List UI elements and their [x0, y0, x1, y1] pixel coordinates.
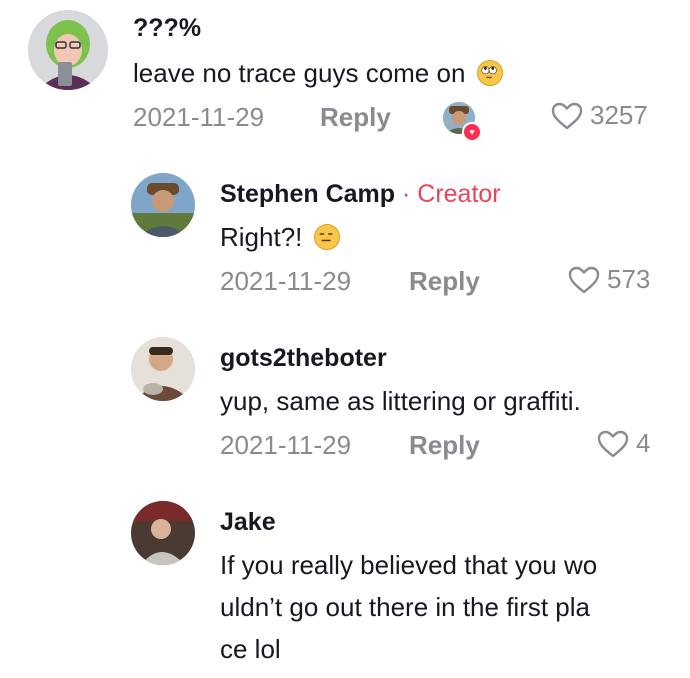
user-photo-icon — [131, 501, 195, 565]
reply-button[interactable]: Reply — [320, 102, 391, 133]
like-button[interactable]: 573 — [567, 264, 650, 295]
comment-text-line: uldn’t go out there in the first pla — [220, 592, 591, 622]
comment-date: 2021-11-29 — [220, 430, 352, 460]
expressionless-emoji-icon — [313, 224, 340, 250]
comment-text-content: leave no trace guys come on — [133, 58, 466, 88]
comment-username[interactable]: gots2theboter — [220, 344, 387, 373]
user-photo-icon — [131, 173, 195, 237]
user-photo-icon — [28, 10, 108, 90]
avatar[interactable] — [131, 337, 195, 401]
like-count: 4 — [636, 428, 651, 458]
comment-text: yup, same as littering or graffiti. — [220, 386, 581, 416]
comment-text-line: ce lol — [220, 634, 281, 664]
comment-username[interactable]: Jake — [220, 508, 276, 537]
heart-outline-icon — [551, 102, 583, 129]
creator-badge: Creator — [417, 180, 501, 208]
like-button[interactable]: 4 — [596, 428, 650, 459]
reply-button[interactable]: Reply — [409, 266, 480, 297]
heart-outline-icon — [597, 430, 629, 457]
badge-separator: · — [401, 180, 411, 208]
comment-text: Right?! — [220, 216, 340, 258]
comment-text-content: Right?! — [220, 222, 303, 252]
comment-date: 2021-11-29 — [133, 102, 265, 132]
reply-button[interactable]: Reply — [409, 430, 480, 461]
comment-username[interactable]: Stephen Camp · Creator — [220, 180, 501, 209]
heart-outline-icon — [568, 266, 600, 293]
like-count: 3257 — [590, 100, 648, 130]
comment-date: 2021-11-29 — [220, 266, 352, 296]
like-count: 573 — [607, 264, 651, 294]
rolling-eyes-emoji-icon — [476, 60, 503, 86]
avatar[interactable] — [28, 10, 108, 90]
username-text: Stephen Camp — [220, 180, 396, 208]
avatar[interactable] — [131, 173, 195, 237]
comment-text-line: If you really believed that you wo — [220, 550, 598, 580]
avatar[interactable] — [131, 501, 195, 565]
comment-text: leave no trace guys come on — [133, 52, 503, 94]
user-photo-icon — [131, 337, 195, 401]
creator-liked-heart-icon: ♥ — [462, 122, 482, 142]
comment-text: If you really believed that you wo uldn’… — [220, 544, 597, 670]
like-button[interactable]: 3257 — [550, 100, 648, 131]
comment-username[interactable]: ???% — [133, 14, 201, 43]
